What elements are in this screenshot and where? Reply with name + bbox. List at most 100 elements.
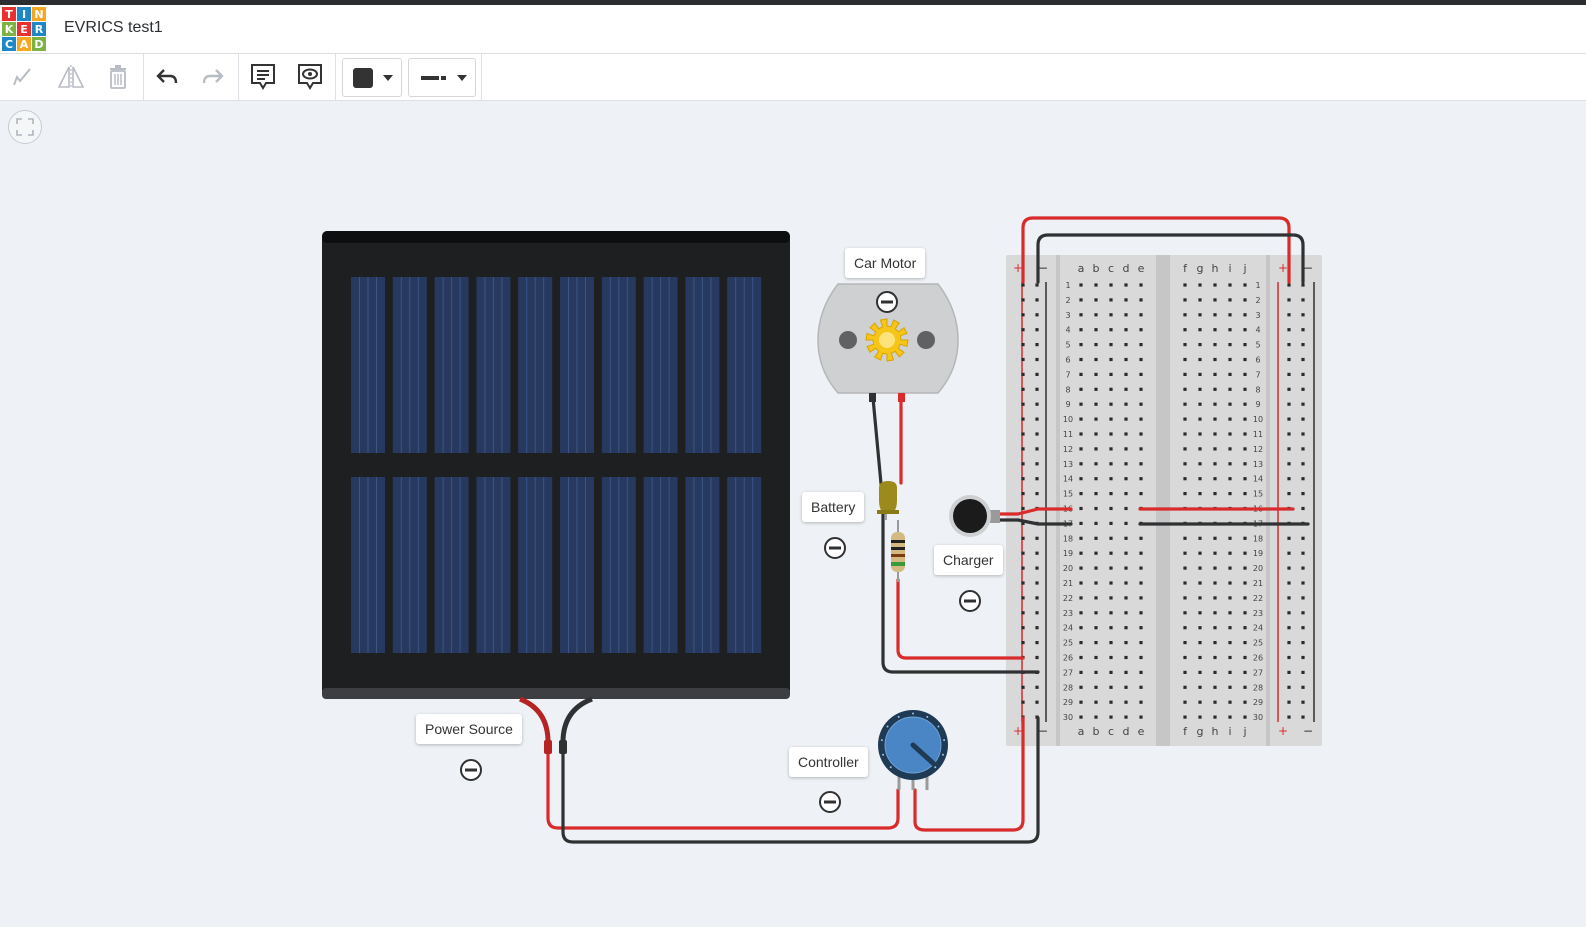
- breadboard-hole[interactable]: [1035, 655, 1039, 660]
- breadboard-hole[interactable]: [1094, 581, 1098, 585]
- breadboard-hole[interactable]: [1079, 372, 1083, 376]
- breadboard-hole[interactable]: [1301, 298, 1305, 302]
- breadboard-hole[interactable]: [1228, 715, 1232, 719]
- breadboard-hole[interactable]: [1287, 715, 1291, 719]
- breadboard-hole[interactable]: [1243, 477, 1247, 481]
- breadboard-hole[interactable]: [1139, 357, 1143, 362]
- breadboard-hole[interactable]: [1301, 536, 1305, 540]
- breadboard-hole[interactable]: [1079, 357, 1083, 362]
- breadboard-hole[interactable]: [1301, 387, 1305, 391]
- breadboard-hole[interactable]: [1301, 641, 1305, 645]
- breadboard-hole[interactable]: [1021, 700, 1025, 704]
- breadboard-hole[interactable]: [1301, 328, 1305, 332]
- breadboard-hole[interactable]: [1124, 581, 1128, 585]
- breadboard-hole[interactable]: [1213, 596, 1217, 600]
- breadboard-hole[interactable]: [1183, 536, 1187, 540]
- breadboard-hole[interactable]: [1109, 596, 1113, 600]
- breadboard-hole[interactable]: [1109, 283, 1113, 287]
- breadboard-hole[interactable]: [1109, 357, 1113, 362]
- breadboard-hole[interactable]: [1094, 611, 1098, 615]
- breadboard-hole[interactable]: [1228, 477, 1232, 481]
- breadboard-hole[interactable]: [1198, 462, 1202, 466]
- breadboard-hole[interactable]: [1287, 626, 1291, 630]
- breadboard-hole[interactable]: [1301, 670, 1305, 674]
- breadboard-hole[interactable]: [1094, 283, 1098, 287]
- breadboard-hole[interactable]: [1198, 641, 1202, 645]
- breadboard-hole[interactable]: [1139, 566, 1143, 570]
- breadboard-hole[interactable]: [1079, 641, 1083, 645]
- breadboard-hole[interactable]: [1094, 596, 1098, 600]
- breadboard-hole[interactable]: [1213, 566, 1217, 570]
- circuit-canvas[interactable]: 1 12 23 34 45 56 67 78 89 910 1011 1112 1213 1314 1415…: [0, 0, 1586, 927]
- breadboard-hole[interactable]: [1035, 611, 1039, 615]
- breadboard-hole[interactable]: [1183, 655, 1187, 660]
- breadboard-hole[interactable]: [1035, 417, 1039, 421]
- breadboard-hole[interactable]: [1139, 298, 1143, 302]
- breadboard-hole[interactable]: [1183, 462, 1187, 466]
- breadboard-hole[interactable]: [1243, 357, 1247, 362]
- breadboard-hole[interactable]: [1094, 477, 1098, 481]
- breadboard-hole[interactable]: [1124, 387, 1128, 391]
- breadboard-hole[interactable]: [1139, 432, 1143, 436]
- breadboard-hole[interactable]: [1139, 685, 1143, 689]
- breadboard-hole[interactable]: [1213, 477, 1217, 481]
- breadboard-hole[interactable]: [1139, 313, 1143, 317]
- breadboard-hole[interactable]: [1124, 685, 1128, 689]
- breadboard-hole[interactable]: [1243, 536, 1247, 540]
- breadboard-hole[interactable]: [1213, 462, 1217, 466]
- breadboard-hole[interactable]: [1124, 462, 1128, 466]
- charger-label[interactable]: Charger: [934, 545, 1003, 575]
- breadboard-hole[interactable]: [1228, 596, 1232, 600]
- breadboard-hole[interactable]: [1198, 611, 1202, 615]
- breadboard-hole[interactable]: [1301, 611, 1305, 615]
- breadboard-hole[interactable]: [1287, 372, 1291, 376]
- breadboard-hole[interactable]: [1183, 402, 1187, 406]
- breadboard-hole[interactable]: [1035, 298, 1039, 302]
- breadboard-hole[interactable]: [1124, 432, 1128, 436]
- breadboard-hole[interactable]: [1079, 685, 1083, 689]
- breadboard-hole[interactable]: [1228, 372, 1232, 376]
- breadboard-hole[interactable]: [1198, 432, 1202, 436]
- breadboard-hole[interactable]: [1139, 372, 1143, 376]
- breadboard-hole[interactable]: [1109, 506, 1113, 511]
- breadboard-hole[interactable]: [1094, 521, 1098, 525]
- breadboard-hole[interactable]: [1228, 298, 1232, 302]
- breadboard-hole[interactable]: [1021, 551, 1025, 555]
- breadboard-hole[interactable]: [1021, 506, 1025, 511]
- breadboard-hole[interactable]: [1021, 298, 1025, 302]
- breadboard-hole[interactable]: [1139, 402, 1143, 406]
- breadboard-hole[interactable]: [1079, 581, 1083, 585]
- breadboard-hole[interactable]: [1243, 566, 1247, 570]
- breadboard-hole[interactable]: [1035, 447, 1039, 451]
- breadboard-hole[interactable]: [1094, 492, 1098, 496]
- breadboard-hole[interactable]: [1124, 700, 1128, 704]
- breadboard-hole[interactable]: [1198, 283, 1202, 287]
- breadboard-hole[interactable]: [1035, 387, 1039, 391]
- breadboard-hole[interactable]: [1301, 477, 1305, 481]
- breadboard-hole[interactable]: [1243, 670, 1247, 674]
- breadboard-hole[interactable]: [1243, 328, 1247, 332]
- breadboard-hole[interactable]: [1287, 357, 1291, 362]
- breadboard-hole[interactable]: [1301, 417, 1305, 421]
- breadboard-hole[interactable]: [1035, 641, 1039, 645]
- breadboard-hole[interactable]: [1228, 357, 1232, 362]
- breadboard-hole[interactable]: [1198, 670, 1202, 674]
- breadboard-hole[interactable]: [1243, 611, 1247, 615]
- breadboard-hole[interactable]: [1198, 655, 1202, 660]
- breadboard-hole[interactable]: [1301, 313, 1305, 317]
- breadboard-hole[interactable]: [1301, 447, 1305, 451]
- breadboard-hole[interactable]: [1301, 402, 1305, 406]
- solar-panel[interactable]: [322, 231, 790, 699]
- breadboard-hole[interactable]: [1124, 626, 1128, 630]
- breadboard-hole[interactable]: [1213, 581, 1217, 585]
- breadboard-hole[interactable]: [1139, 715, 1143, 719]
- breadboard-hole[interactable]: [1301, 343, 1305, 347]
- breadboard-hole[interactable]: [1243, 447, 1247, 451]
- breadboard-hole[interactable]: [1021, 387, 1025, 391]
- breadboard-hole[interactable]: [1035, 477, 1039, 481]
- breadboard-hole[interactable]: [1079, 536, 1083, 540]
- breadboard-hole[interactable]: [1213, 402, 1217, 406]
- breadboard-hole[interactable]: [1079, 596, 1083, 600]
- breadboard-hole[interactable]: [1079, 343, 1083, 347]
- breadboard-hole[interactable]: [1139, 581, 1143, 585]
